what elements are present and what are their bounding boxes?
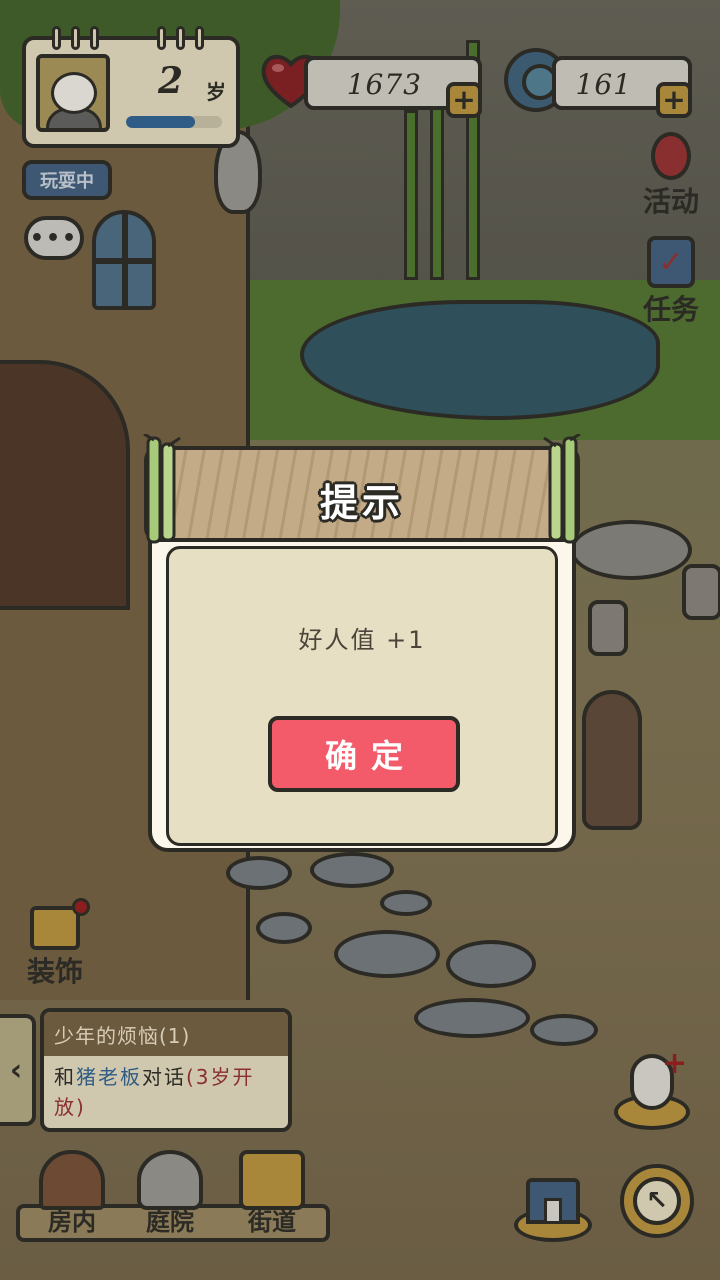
notice-dialog: 提示 好人值 +1 确定: [143, 434, 581, 852]
dialog-body: [166, 546, 558, 846]
dialog-title: 提示: [319, 481, 404, 525]
confirm-button[interactable]: 确定: [268, 716, 460, 792]
dialog-message: 好人值 +1: [298, 626, 426, 654]
